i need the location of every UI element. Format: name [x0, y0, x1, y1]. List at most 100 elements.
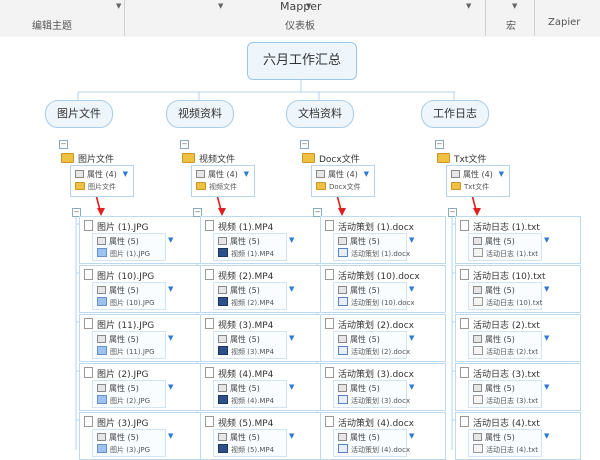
file-properties-box[interactable]: 属性 (5) 图片 (11).JPG — [92, 331, 166, 359]
dropdown-caret-icon[interactable]: ▼ — [289, 334, 294, 342]
file-icon — [205, 220, 214, 231]
dropdown-caret-icon[interactable]: ▼ — [289, 432, 294, 440]
file-item[interactable]: 视频 (4).MP4 属性 (5) 视频 (4).MP4 ▼ — [200, 363, 326, 411]
dropdown-caret-icon[interactable]: ▼ — [409, 334, 414, 342]
dropdown-caret-icon[interactable]: ▼ — [409, 383, 414, 391]
dropdown-caret-icon[interactable]: ▼ — [544, 236, 549, 244]
file-properties-box[interactable]: 属性 (5) 活动日志 (10).txt — [468, 282, 542, 310]
file-properties-box[interactable]: 属性 (5) 图片 (10).JPG — [92, 282, 166, 310]
file-icon — [325, 220, 334, 231]
properties-label: 属性 (5) — [218, 432, 260, 443]
dropdown-caret-icon[interactable]: ▼ — [168, 334, 173, 342]
folder-properties-box[interactable]: 属性 (4) Docx文件 ▼ — [311, 165, 375, 197]
dropdown-caret-icon[interactable]: ▼ — [409, 432, 414, 440]
file-item[interactable]: 活动日志 (10).txt 属性 (5) 活动日志 (10).txt ▼ — [455, 265, 581, 313]
file-properties-box[interactable]: 属性 (5) 图片 (1).JPG — [92, 233, 166, 261]
file-properties-box[interactable]: 属性 (5) 视频 (3).MP4 — [213, 331, 287, 359]
file-properties-box[interactable]: 属性 (5) 活动策划 (1).docx — [333, 233, 410, 261]
dropdown-caret-icon[interactable]: ▼ — [168, 383, 173, 391]
file-subtitle: 活动日志 (2).txt — [473, 346, 538, 357]
folder-properties-box[interactable]: 属性 (4) 视频文件 ▼ — [191, 165, 255, 197]
folder-topic[interactable]: 图片文件 — [61, 152, 114, 165]
file-properties-box[interactable]: 属性 (5) 图片 (3).JPG — [92, 429, 166, 457]
file-item[interactable]: 活动策划 (2).docx 属性 (5) 活动策划 (2).docx ▼ — [320, 314, 446, 362]
dropdown-caret-icon[interactable]: ▼ — [544, 383, 549, 391]
file-item[interactable]: 视频 (2).MP4 属性 (5) 视频 (2).MP4 ▼ — [200, 265, 326, 313]
file-item[interactable]: 活动策划 (10).docx 属性 (5) 活动策划 (10).docx ▼ — [320, 265, 446, 313]
file-name-text: 活动策划 (3).docx — [338, 370, 414, 380]
file-item[interactable]: 活动日志 (3).txt 属性 (5) 活动日志 (3).txt ▼ — [455, 363, 581, 411]
file-item[interactable]: 图片 (3).JPG 属性 (5) 图片 (3).JPG ▼ — [79, 412, 205, 460]
dropdown-caret-icon[interactable]: ▼ — [409, 236, 414, 244]
file-name-text: 活动策划 (2).docx — [338, 321, 414, 331]
dropdown-caret-icon[interactable]: ▼ — [364, 170, 369, 178]
file-name: 视频 (1).MP4 — [205, 220, 273, 233]
file-item[interactable]: 活动日志 (4).txt 属性 (5) 活动日志 (4).txt ▼ — [455, 412, 581, 460]
dropdown-caret-icon[interactable]: ▼ — [289, 285, 294, 293]
folder-subtitle: 视频文件 — [196, 182, 237, 192]
dropdown-caret-icon[interactable]: ▼ — [168, 236, 173, 244]
collapse-toggle-icon[interactable]: − — [59, 140, 68, 149]
folder-properties-box[interactable]: 属性 (4) 图片文件 ▼ — [70, 165, 134, 197]
file-item[interactable]: 活动策划 (3).docx 属性 (5) 活动策划 (3).docx ▼ — [320, 363, 446, 411]
collapse-toggle-icon[interactable]: − — [300, 140, 309, 149]
dropdown-caret-icon[interactable]: ▼ — [409, 285, 414, 293]
dropdown-caret-icon[interactable]: ▼ — [168, 432, 173, 440]
file-properties-box[interactable]: 属性 (5) 活动日志 (2).txt — [468, 331, 542, 359]
file-item[interactable]: 视频 (5).MP4 属性 (5) 视频 (5).MP4 ▼ — [200, 412, 326, 460]
file-item[interactable]: 图片 (10).JPG 属性 (5) 图片 (10).JPG ▼ — [79, 265, 205, 313]
file-properties-box[interactable]: 属性 (5) 活动策划 (2).docx — [333, 331, 410, 359]
collapse-toggle-icon[interactable]: − — [180, 140, 189, 149]
file-name: 视频 (4).MP4 — [205, 367, 273, 380]
mind-map-layer: 图片文件 − 图片文件 属性 (4) 图片文件 ▼ − 图片 (1).JPG 属性 (5) 图片 … — [0, 0, 600, 460]
file-properties-box[interactable]: 属性 (5) 活动日志 (1).txt — [468, 233, 542, 261]
folder-topic[interactable]: Docx文件 — [302, 152, 360, 165]
file-item[interactable]: 视频 (1).MP4 属性 (5) 视频 (1).MP4 ▼ — [200, 216, 326, 264]
dropdown-caret-icon[interactable]: ▼ — [544, 334, 549, 342]
folder-topic[interactable]: 视频文件 — [182, 152, 235, 165]
file-name-text: 图片 (3).JPG — [97, 419, 149, 429]
file-subtitle-text: 视频 (1).MP4 — [231, 250, 275, 258]
file-item[interactable]: 视频 (3).MP4 属性 (5) 视频 (3).MP4 ▼ — [200, 314, 326, 362]
dropdown-caret-icon[interactable]: ▼ — [289, 236, 294, 244]
dropdown-caret-icon[interactable]: ▼ — [544, 432, 549, 440]
file-properties-box[interactable]: 属性 (5) 活动日志 (3).txt — [468, 380, 542, 408]
properties-label: 属性 (4) — [316, 169, 358, 180]
file-properties-box[interactable]: 属性 (5) 活动策划 (3).docx — [333, 380, 410, 408]
dropdown-caret-icon[interactable]: ▼ — [544, 285, 549, 293]
file-item[interactable]: 活动日志 (1).txt 属性 (5) 活动日志 (1).txt ▼ — [455, 216, 581, 264]
file-name-text: 视频 (3).MP4 — [218, 321, 274, 331]
file-properties-box[interactable]: 属性 (5) 视频 (1).MP4 — [213, 233, 287, 261]
branch-topic-1[interactable]: 图片文件 — [45, 100, 113, 128]
file-properties-box[interactable]: 属性 (5) 视频 (5).MP4 — [213, 429, 287, 457]
dropdown-caret-icon[interactable]: ▼ — [123, 170, 128, 178]
branch-topic-3[interactable]: 文档资料 — [286, 100, 354, 128]
file-item[interactable]: 活动策划 (1).docx 属性 (5) 活动策划 (1).docx ▼ — [320, 216, 446, 264]
file-item[interactable]: 活动日志 (2).txt 属性 (5) 活动日志 (2).txt ▼ — [455, 314, 581, 362]
dropdown-caret-icon[interactable]: ▼ — [499, 170, 504, 178]
properties-icon — [218, 335, 227, 343]
dropdown-caret-icon[interactable]: ▼ — [244, 170, 249, 178]
folder-topic[interactable]: Txt文件 — [437, 152, 486, 165]
branch-topic-2[interactable]: 视频资料 — [166, 100, 234, 128]
file-properties-box[interactable]: 属性 (5) 活动策划 (10).docx — [333, 282, 415, 310]
thumbnail-icon — [338, 444, 348, 453]
dropdown-caret-icon[interactable]: ▼ — [289, 383, 294, 391]
folder-properties-box[interactable]: 属性 (4) Txt文件 ▼ — [446, 165, 510, 197]
collapse-toggle-icon[interactable]: − — [435, 140, 444, 149]
file-item[interactable]: 图片 (2).JPG 属性 (5) 图片 (2).JPG ▼ — [79, 363, 205, 411]
file-icon — [205, 318, 214, 329]
file-properties-box[interactable]: 属性 (5) 图片 (2).JPG — [92, 380, 166, 408]
file-name-text: 视频 (1).MP4 — [218, 223, 274, 233]
branch-topic-4[interactable]: 工作日志 — [421, 100, 489, 128]
properties-label: 属性 (5) — [218, 334, 260, 345]
file-item[interactable]: 活动策划 (4).docx 属性 (5) 活动策划 (4).docx ▼ — [320, 412, 446, 460]
file-name-text: 活动日志 (1).txt — [473, 223, 540, 233]
file-item[interactable]: 图片 (11).JPG 属性 (5) 图片 (11).JPG ▼ — [79, 314, 205, 362]
file-properties-box[interactable]: 属性 (5) 活动日志 (4).txt — [468, 429, 542, 457]
file-item[interactable]: 图片 (1).JPG 属性 (5) 图片 (1).JPG ▼ — [79, 216, 205, 264]
file-properties-box[interactable]: 属性 (5) 视频 (2).MP4 — [213, 282, 287, 310]
file-properties-box[interactable]: 属性 (5) 活动策划 (4).docx — [333, 429, 410, 457]
dropdown-caret-icon[interactable]: ▼ — [168, 285, 173, 293]
file-properties-box[interactable]: 属性 (5) 视频 (4).MP4 — [213, 380, 287, 408]
